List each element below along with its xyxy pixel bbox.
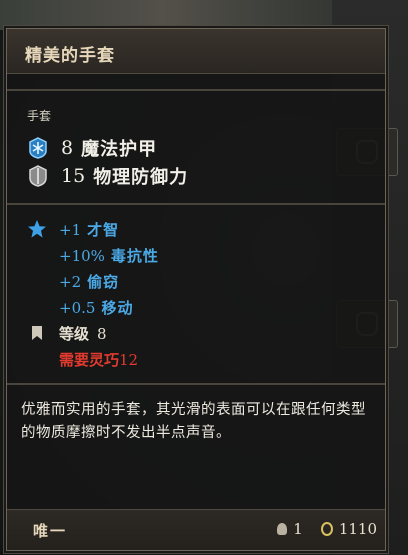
- gold-value: 1110: [338, 520, 377, 538]
- magic-armor-row: 8 魔法护甲: [27, 135, 157, 161]
- star-icon: [27, 219, 47, 243]
- requirement-value: 12: [119, 351, 139, 369]
- level-value: 8: [97, 325, 107, 343]
- attribute-name: 偷窃: [87, 273, 120, 291]
- rarity-label: 唯一: [33, 522, 68, 540]
- requirement-label: 需要灵巧: [59, 351, 120, 369]
- tooltip-footer: 唯一 1 1110: [7, 509, 385, 550]
- requirement-row: 需要灵巧 12: [59, 349, 138, 370]
- attribute-row: +10% 毒抗性: [59, 245, 159, 266]
- level-row: 等级 8: [59, 323, 107, 344]
- physical-armor-label: 物理防御力: [93, 167, 189, 188]
- physical-armor-value: 15: [61, 165, 86, 187]
- attribute-row: +2 偷窃: [59, 271, 119, 292]
- attribute-name: 毒抗性: [110, 247, 159, 265]
- item-meta: 1 1110: [277, 520, 377, 538]
- physical-armor-row: 15 物理防御力: [27, 163, 188, 189]
- tooltip-header: 精美的手套: [7, 29, 385, 74]
- divider: [7, 383, 385, 385]
- item-description: 优雅而实用的手套，其光滑的表面可以在跟任何类型的物质摩擦时不发出半点声音。: [21, 402, 366, 441]
- snowflake-armor-icon: [27, 137, 49, 159]
- shield-icon: [27, 165, 49, 187]
- item-type: 手套: [27, 109, 52, 123]
- item-name: 精美的手套: [25, 46, 115, 66]
- attribute-value: +1: [59, 221, 82, 239]
- attribute-value: +2: [59, 273, 82, 291]
- attribute-value: +0.5: [59, 299, 96, 317]
- divider: [7, 89, 385, 91]
- attribute-value: +10%: [59, 247, 105, 265]
- attribute-name: 移动: [101, 299, 134, 317]
- attribute-row: +1 才智: [59, 219, 119, 240]
- divider: [7, 203, 385, 205]
- attribute-row: +0.5 移动: [59, 297, 133, 318]
- attribute-name: 才智: [87, 221, 120, 239]
- coin-icon: [320, 522, 333, 536]
- level-label: 等级: [59, 325, 90, 343]
- weight-icon: [277, 523, 288, 535]
- bookmark-icon: [31, 325, 43, 345]
- magic-armor-label: 魔法护甲: [81, 139, 158, 160]
- magic-armor-value: 8: [61, 137, 74, 159]
- weight-value: 1: [293, 520, 303, 538]
- item-tooltip: 精美的手套 手套 8 魔法护甲 15 物理防御力 +1 才智 +10% 毒抗性 …: [6, 28, 386, 551]
